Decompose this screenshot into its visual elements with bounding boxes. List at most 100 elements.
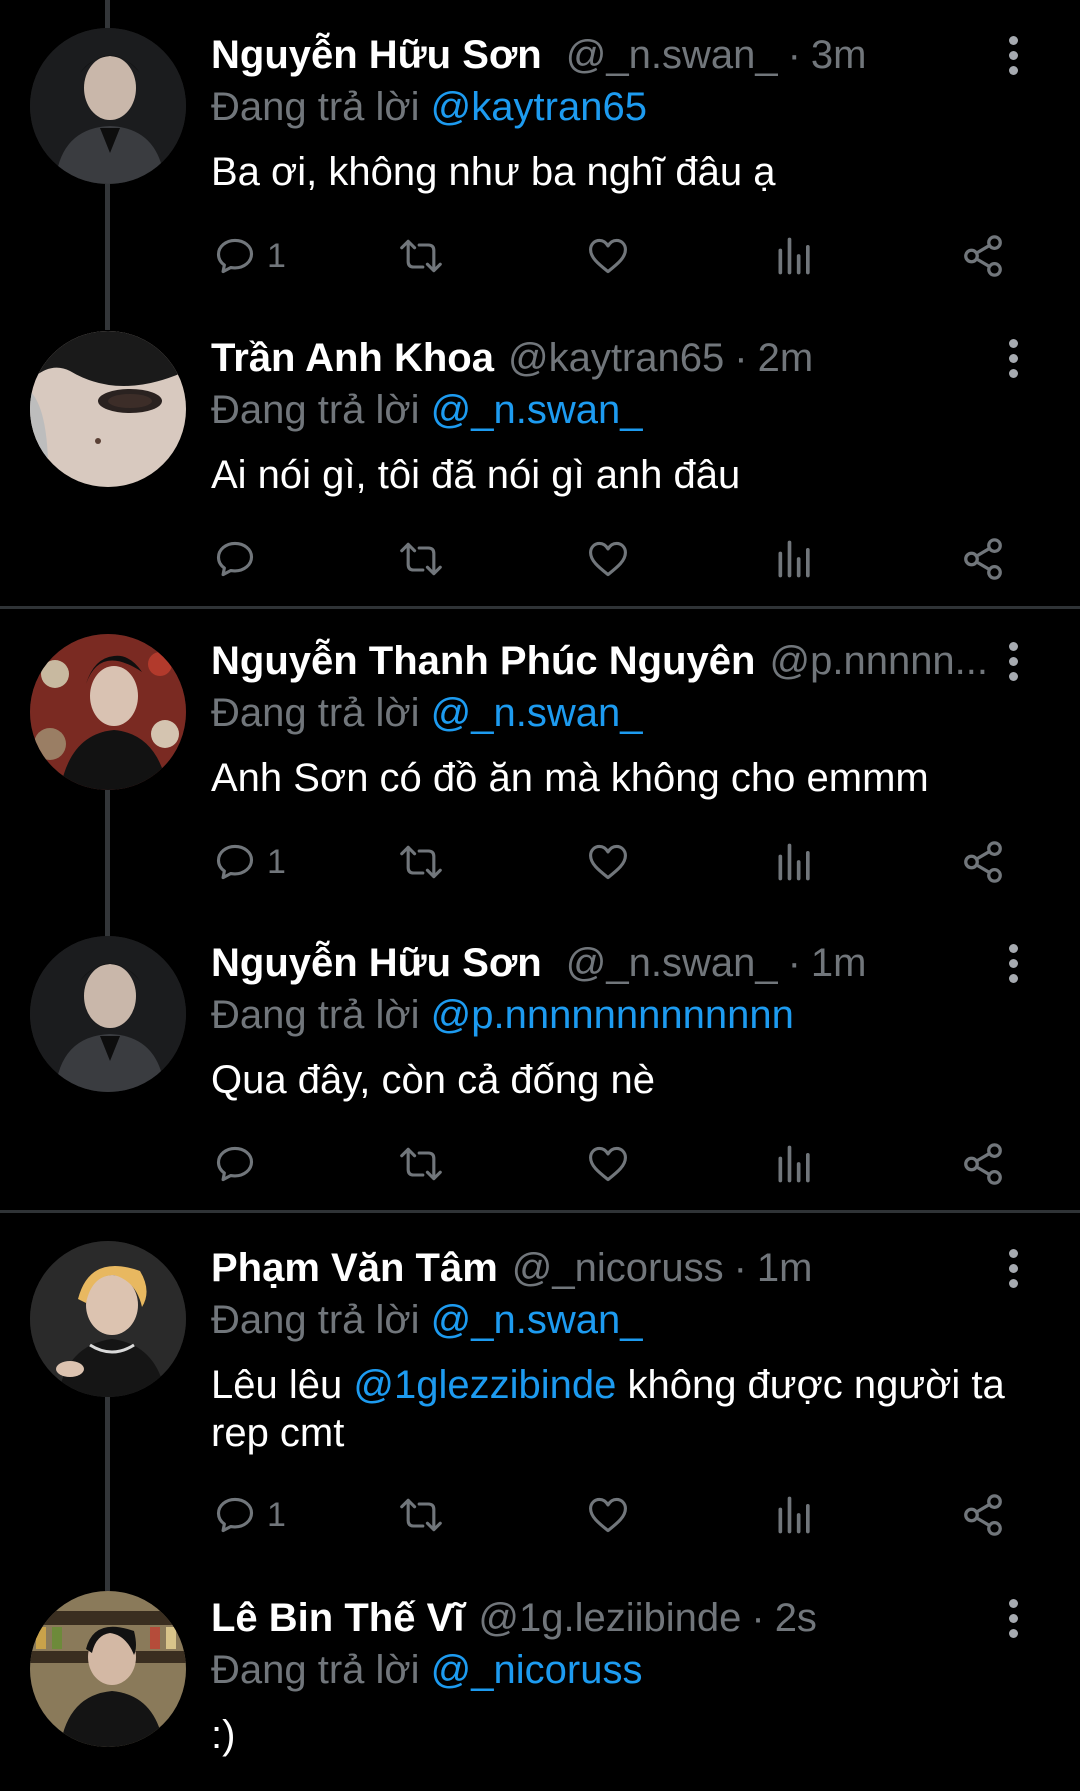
heart-icon <box>589 1497 627 1533</box>
reply-button[interactable]: 1 <box>213 834 286 890</box>
replying-to: Đang trả lời @kaytran65 <box>211 82 647 132</box>
replying-to-mention[interactable]: @p.nnnnnnnnnnnnn <box>431 993 794 1037</box>
speech-bubble-icon <box>216 1146 254 1182</box>
like-button[interactable] <box>585 834 631 890</box>
reply-button[interactable] <box>213 1136 267 1192</box>
tweet[interactable]: Nguyễn Hữu Sơn @_n.swan_ · 1m Đang trả l… <box>0 907 1080 1209</box>
speech-bubble-icon <box>216 541 254 577</box>
avatar[interactable] <box>30 1241 186 1397</box>
tweet-text: Lêu lêu @1glezzibinde không được người t… <box>211 1361 1040 1457</box>
replying-to-mention[interactable]: @_n.swan_ <box>431 1298 643 1342</box>
author-handle[interactable]: @_n.swan_ <box>566 935 778 991</box>
avatar[interactable] <box>30 28 186 184</box>
replying-to-mention[interactable]: @kaytran65 <box>431 85 647 129</box>
avatar[interactable] <box>30 936 186 1092</box>
replying-to-mention[interactable]: @_nicoruss <box>431 1648 643 1692</box>
author-name[interactable]: Trần Anh Khoa <box>211 330 494 386</box>
tweet-header: Lê Bin Thế Vĩ @1g.leziibinde · 2s <box>211 1590 990 1646</box>
avatar[interactable] <box>30 331 186 487</box>
replying-to-mention[interactable]: @_n.swan_ <box>431 691 643 735</box>
share-button[interactable] <box>960 834 1006 890</box>
tweet[interactable]: Trần Anh Khoa @kaytran65 · 2m Đang trả l… <box>0 302 1080 604</box>
views-button[interactable] <box>775 228 815 284</box>
reply-button[interactable]: 1 <box>213 228 286 284</box>
tweet-text-part: :) <box>211 1713 236 1757</box>
views-button[interactable] <box>775 1487 815 1543</box>
replying-to-mention[interactable]: @_n.swan_ <box>431 388 643 432</box>
author-handle[interactable]: @kaytran65 <box>508 330 724 386</box>
like-button[interactable] <box>585 1136 631 1192</box>
retweet-button[interactable] <box>397 834 445 890</box>
tweet[interactable]: Lê Bin Thế Vĩ @1g.leziibinde · 2s Đang t… <box>0 1591 1080 1791</box>
timestamp: 2m <box>757 336 814 380</box>
views-button[interactable] <box>775 834 815 890</box>
share-button[interactable] <box>960 228 1006 284</box>
author-name[interactable]: Nguyễn Hữu Sơn <box>211 935 542 991</box>
share-icon <box>964 235 1002 277</box>
avatar[interactable] <box>30 1591 186 1747</box>
replying-to-label: Đang trả lời <box>211 691 420 735</box>
tweet-header: Nguyễn Thanh Phúc Nguyên @p.nnnnn... <box>211 633 990 689</box>
author-name[interactable]: Lê Bin Thế Vĩ <box>211 1590 464 1646</box>
retweet-icon <box>400 1147 442 1181</box>
action-bar <box>0 531 1080 587</box>
bar-chart-icon <box>778 1496 810 1534</box>
replying-to-label: Đang trả lời <box>211 1298 420 1342</box>
action-bar: 1 <box>0 834 1080 890</box>
author-handle[interactable]: @1g.leziibinde <box>478 1590 741 1646</box>
avatar-photo <box>30 936 186 1092</box>
like-button[interactable] <box>585 531 631 587</box>
views-button[interactable] <box>775 1136 815 1192</box>
retweet-icon <box>400 542 442 576</box>
retweet-button[interactable] <box>397 1487 445 1543</box>
views-button[interactable] <box>775 531 815 587</box>
more-options-icon[interactable] <box>996 27 1030 83</box>
heart-icon <box>589 541 627 577</box>
reply-feed: Nguyễn Hữu Sơn @_n.swan_ · 3m Đang trả l… <box>0 0 1080 1791</box>
more-options-icon[interactable] <box>996 633 1030 689</box>
tweet[interactable]: Phạm Văn Tâm @_nicoruss · 1m Đang trả lờ… <box>0 1213 1080 1591</box>
more-options-icon[interactable] <box>996 1240 1030 1296</box>
tweet-text: Ai nói gì, tôi đã nói gì anh đâu <box>211 451 1040 499</box>
more-options-icon[interactable] <box>996 1590 1030 1646</box>
separator-dot: · <box>787 941 801 985</box>
avatar-photo <box>30 634 186 790</box>
reply-button[interactable] <box>213 531 267 587</box>
tweet-mention[interactable]: @1glezzibinde <box>353 1363 616 1407</box>
like-button[interactable] <box>585 228 631 284</box>
timestamp: 3m <box>810 33 867 77</box>
separator-dot: · <box>734 336 748 380</box>
reply-button[interactable]: 1 <box>213 1487 286 1543</box>
author-handle[interactable]: @_n.swan_ <box>566 27 778 83</box>
timestamp: 1m <box>756 1246 813 1290</box>
tweet-text-part: Ai nói gì, tôi đã nói gì anh đâu <box>211 453 741 497</box>
retweet-button[interactable] <box>397 228 445 284</box>
tweet[interactable]: Nguyễn Hữu Sơn @_n.swan_ · 3m Đang trả l… <box>0 0 1080 330</box>
action-bar: 1 <box>0 228 1080 284</box>
share-button[interactable] <box>960 531 1006 587</box>
author-handle[interactable]: @_nicoruss <box>512 1240 724 1296</box>
replying-to: Đang trả lời @_n.swan_ <box>211 688 643 738</box>
author-handle[interactable]: @p.nnnnn... <box>769 633 988 689</box>
more-options-icon[interactable] <box>996 330 1030 386</box>
share-button[interactable] <box>960 1487 1006 1543</box>
tweet-text: Anh Sơn có đồ ăn mà không cho emmm <box>211 754 1040 802</box>
replying-to: Đang trả lời @_n.swan_ <box>211 1295 643 1345</box>
tweet-header: Nguyễn Hữu Sơn @_n.swan_ · 1m <box>211 935 990 991</box>
author-name[interactable]: Phạm Văn Tâm <box>211 1240 498 1296</box>
retweet-button[interactable] <box>397 1136 445 1192</box>
timestamp: 1m <box>810 941 867 985</box>
like-button[interactable] <box>585 1487 631 1543</box>
heart-icon <box>589 1146 627 1182</box>
author-name[interactable]: Nguyễn Thanh Phúc Nguyên <box>211 633 755 689</box>
retweet-button[interactable] <box>397 531 445 587</box>
avatar[interactable] <box>30 634 186 790</box>
tweet[interactable]: Nguyễn Thanh Phúc Nguyên @p.nnnnn... Đan… <box>0 609 1080 937</box>
tweet-text-part: Anh Sơn có đồ ăn mà không cho emmm <box>211 756 929 800</box>
speech-bubble-icon <box>216 238 254 274</box>
more-options-icon[interactable] <box>996 935 1030 991</box>
share-button[interactable] <box>960 1136 1006 1192</box>
author-name[interactable]: Nguyễn Hữu Sơn <box>211 27 542 83</box>
action-bar <box>0 1136 1080 1192</box>
tweet-header: Phạm Văn Tâm @_nicoruss · 1m <box>211 1240 990 1296</box>
